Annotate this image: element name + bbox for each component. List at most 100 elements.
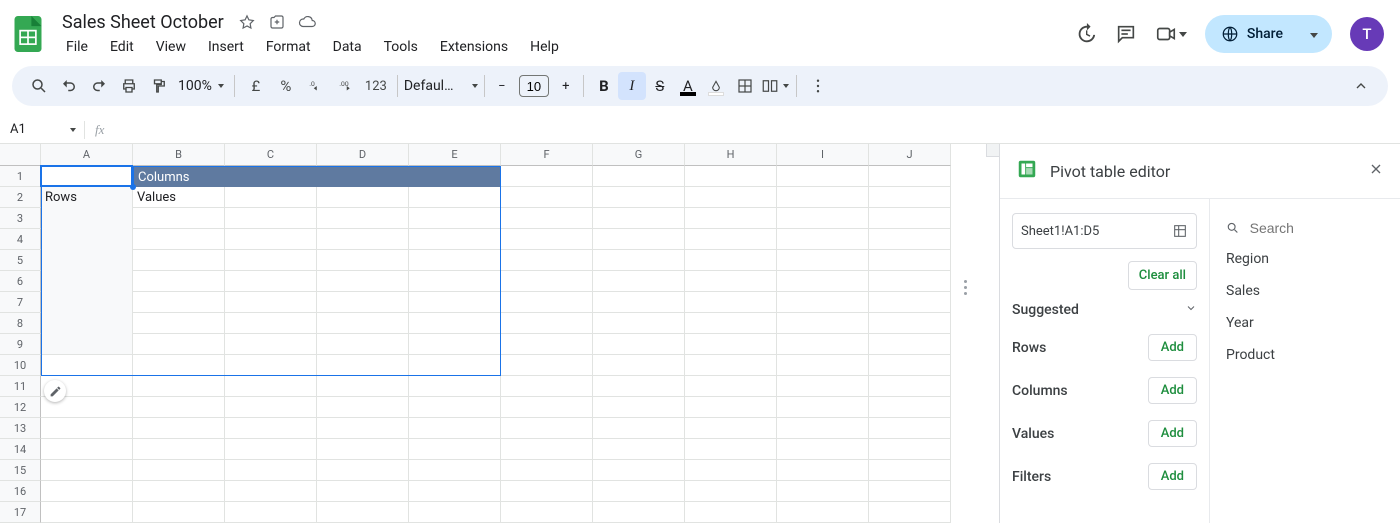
- menu-file[interactable]: File: [56, 35, 98, 59]
- cell[interactable]: [317, 418, 409, 439]
- cell[interactable]: [225, 208, 317, 229]
- field-year[interactable]: Year: [1226, 307, 1384, 339]
- cell[interactable]: [777, 187, 869, 208]
- cell[interactable]: [41, 439, 133, 460]
- cell[interactable]: [869, 229, 951, 250]
- cell[interactable]: [133, 397, 225, 418]
- cell[interactable]: [777, 166, 869, 187]
- clear-all-button[interactable]: Clear all: [1128, 261, 1197, 290]
- cell[interactable]: [501, 313, 593, 334]
- cell[interactable]: [777, 229, 869, 250]
- col-header-F[interactable]: F: [501, 144, 593, 166]
- cell[interactable]: [501, 355, 593, 376]
- cell[interactable]: [777, 250, 869, 271]
- col-header-H[interactable]: H: [685, 144, 777, 166]
- cell[interactable]: [133, 292, 225, 313]
- cell[interactable]: [409, 481, 501, 502]
- cell[interactable]: [133, 376, 225, 397]
- row-header[interactable]: 10: [0, 355, 41, 376]
- merge-cells-icon[interactable]: [760, 71, 790, 101]
- cell[interactable]: [777, 292, 869, 313]
- cell[interactable]: [225, 439, 317, 460]
- comments-icon[interactable]: [1115, 23, 1137, 45]
- cell[interactable]: [685, 250, 777, 271]
- font-size-increase[interactable]: +: [555, 75, 577, 97]
- cell[interactable]: [593, 187, 685, 208]
- cell[interactable]: [593, 313, 685, 334]
- cell[interactable]: [501, 166, 593, 187]
- print-icon[interactable]: [114, 71, 144, 101]
- cell[interactable]: [685, 439, 777, 460]
- col-header-G[interactable]: G: [593, 144, 685, 166]
- cell[interactable]: [41, 166, 133, 187]
- cell[interactable]: [317, 376, 409, 397]
- history-icon[interactable]: [1075, 23, 1097, 45]
- cell[interactable]: [869, 439, 951, 460]
- cell[interactable]: [317, 292, 409, 313]
- row-header[interactable]: 16: [0, 481, 41, 502]
- cell[interactable]: [317, 313, 409, 334]
- cell[interactable]: [409, 208, 501, 229]
- col-header-A[interactable]: A: [41, 144, 133, 166]
- col-header-E[interactable]: E: [409, 144, 501, 166]
- cell[interactable]: [685, 376, 777, 397]
- menu-format[interactable]: Format: [256, 35, 321, 59]
- cell[interactable]: [317, 397, 409, 418]
- field-sales[interactable]: Sales: [1226, 275, 1384, 307]
- cell[interactable]: [869, 376, 951, 397]
- row-header[interactable]: 6: [0, 271, 41, 292]
- move-icon[interactable]: [268, 13, 286, 31]
- cell[interactable]: [133, 250, 225, 271]
- cell[interactable]: [593, 355, 685, 376]
- menu-insert[interactable]: Insert: [198, 35, 254, 59]
- fill-handle[interactable]: [130, 184, 136, 190]
- formula-input[interactable]: [114, 122, 1400, 137]
- cell[interactable]: [777, 313, 869, 334]
- cell[interactable]: [225, 460, 317, 481]
- cell[interactable]: [225, 292, 317, 313]
- cell[interactable]: [133, 355, 225, 376]
- cell[interactable]: [685, 166, 777, 187]
- cell[interactable]: [777, 208, 869, 229]
- suggested-section[interactable]: Suggested: [1012, 302, 1197, 318]
- cell[interactable]: [593, 229, 685, 250]
- cell[interactable]: [685, 271, 777, 292]
- cell[interactable]: [409, 397, 501, 418]
- cell[interactable]: [41, 271, 133, 292]
- cell[interactable]: [593, 292, 685, 313]
- cell[interactable]: [869, 271, 951, 292]
- cell[interactable]: [225, 271, 317, 292]
- cell[interactable]: [133, 229, 225, 250]
- cell[interactable]: [317, 229, 409, 250]
- cell[interactable]: [225, 481, 317, 502]
- col-header-B[interactable]: B: [133, 144, 225, 166]
- cell[interactable]: [41, 292, 133, 313]
- cell[interactable]: [133, 271, 225, 292]
- row-header[interactable]: 5: [0, 250, 41, 271]
- cell[interactable]: [225, 355, 317, 376]
- cell[interactable]: [225, 397, 317, 418]
- cell[interactable]: [869, 208, 951, 229]
- cell[interactable]: [777, 439, 869, 460]
- cell[interactable]: [777, 418, 869, 439]
- add-columns-button[interactable]: Add: [1148, 377, 1197, 404]
- cell[interactable]: [777, 397, 869, 418]
- cell[interactable]: [501, 481, 593, 502]
- menu-edit[interactable]: Edit: [100, 35, 144, 59]
- font-size-input[interactable]: [519, 75, 549, 97]
- row-header[interactable]: 8: [0, 313, 41, 334]
- cell[interactable]: [593, 418, 685, 439]
- cell[interactable]: [685, 460, 777, 481]
- cell[interactable]: [133, 481, 225, 502]
- cell[interactable]: [41, 208, 133, 229]
- fill-color-button[interactable]: [702, 72, 730, 100]
- borders-icon[interactable]: [730, 71, 760, 101]
- cell[interactable]: [685, 481, 777, 502]
- add-filters-button[interactable]: Add: [1148, 463, 1197, 490]
- menu-data[interactable]: Data: [323, 35, 372, 59]
- cell[interactable]: [225, 187, 317, 208]
- row-header[interactable]: 13: [0, 418, 41, 439]
- decrease-decimal-icon[interactable]: .0: [301, 71, 331, 101]
- cell[interactable]: [501, 229, 593, 250]
- cell[interactable]: [41, 334, 133, 355]
